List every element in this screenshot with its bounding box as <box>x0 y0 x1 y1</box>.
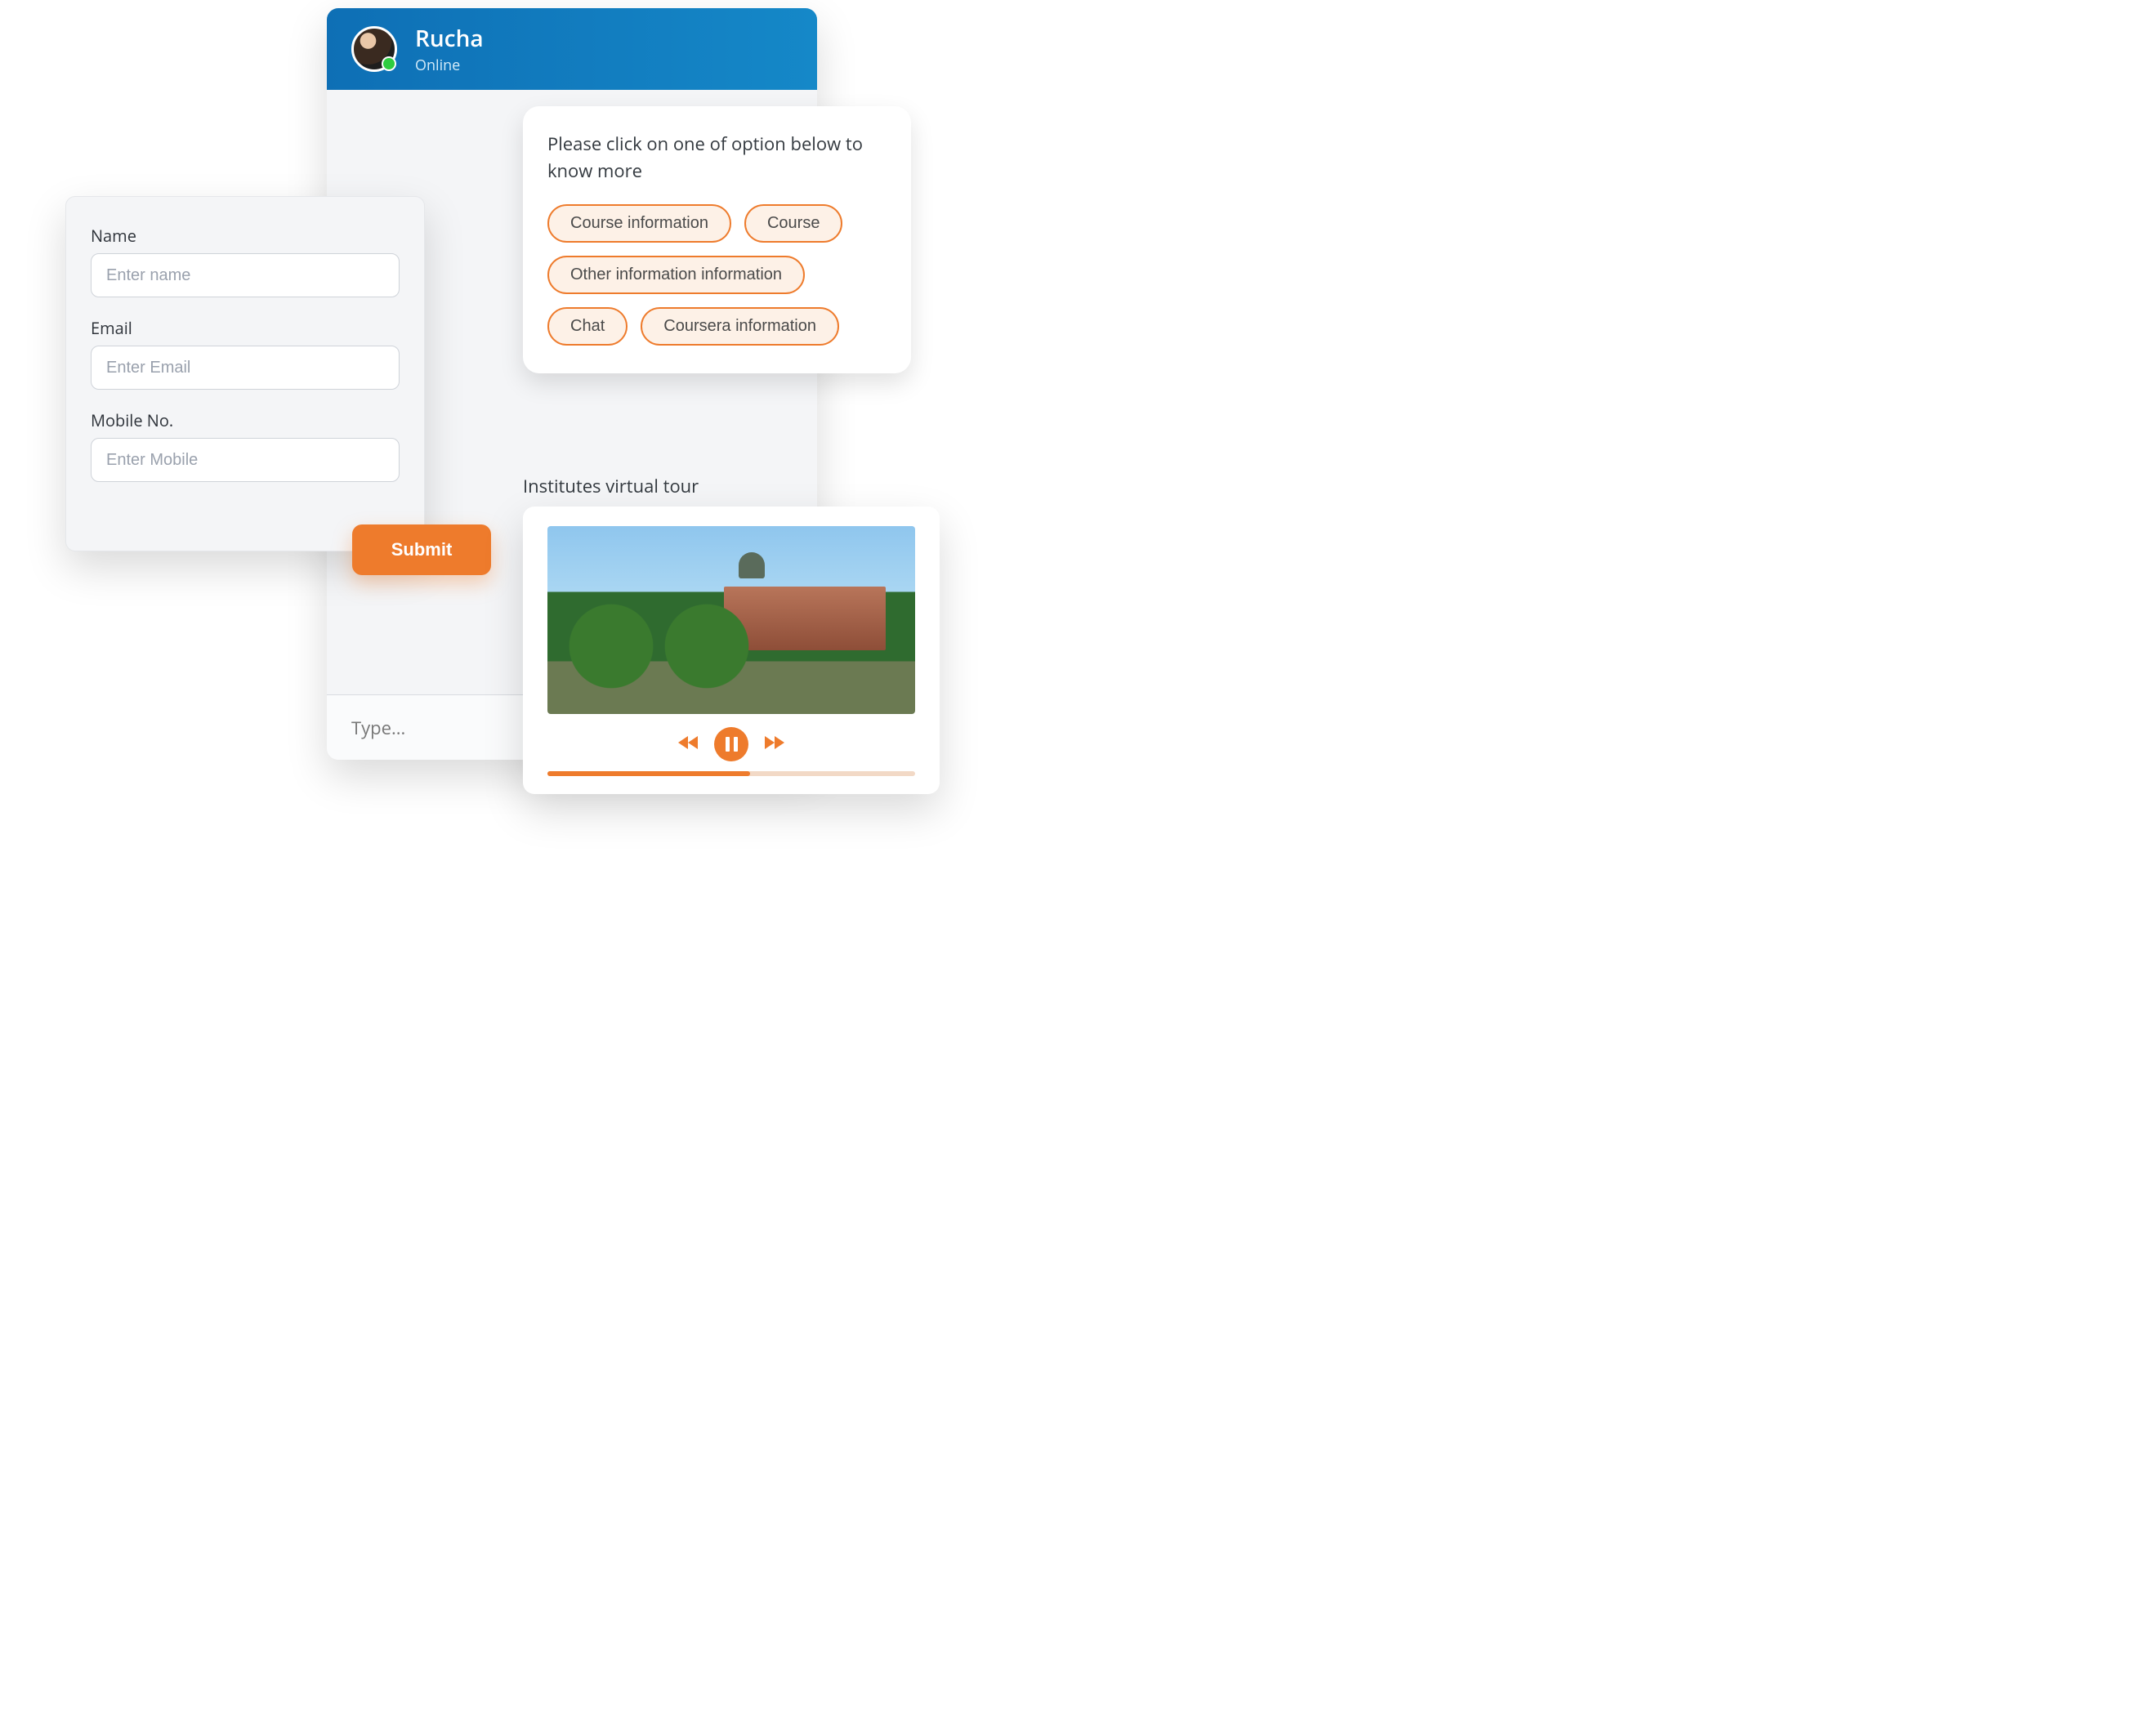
options-prompt: Please click on one of option below to k… <box>547 131 887 185</box>
pause-icon <box>726 737 738 752</box>
forward-icon[interactable] <box>763 734 784 755</box>
video-card <box>523 507 940 794</box>
chat-agent-name: Rucha <box>415 23 484 54</box>
chip-chat[interactable]: Chat <box>547 307 628 346</box>
video-player-controls <box>547 727 915 761</box>
avatar <box>351 26 397 72</box>
lead-form: Name Email Mobile No. Submit <box>65 196 425 551</box>
chip-coursera-information[interactable]: Coursera information <box>641 307 839 346</box>
chip-course[interactable]: Course <box>744 204 842 243</box>
video-thumbnail[interactable] <box>547 526 915 714</box>
chip-other-information[interactable]: Other information information <box>547 256 805 294</box>
name-field[interactable] <box>91 253 400 297</box>
chat-agent-status: Online <box>415 56 484 75</box>
email-label: Email <box>91 317 400 339</box>
options-card: Please click on one of option below to k… <box>523 106 911 373</box>
pause-button[interactable] <box>714 727 748 761</box>
chat-header-text: Rucha Online <box>415 23 484 75</box>
chat-header: Rucha Online <box>327 8 817 90</box>
mobile-field[interactable] <box>91 438 400 482</box>
video-progress-track[interactable] <box>547 771 915 776</box>
rewind-icon[interactable] <box>678 734 699 755</box>
name-label: Name <box>91 225 400 247</box>
email-field[interactable] <box>91 346 400 390</box>
video-progress-fill <box>547 771 750 776</box>
chat-input-placeholder: Type... <box>351 716 405 740</box>
tour-label: Institutes virtual tour <box>523 474 699 498</box>
chip-course-information[interactable]: Course information <box>547 204 731 243</box>
options-chips: Course information Course Other informat… <box>547 204 887 346</box>
mobile-label: Mobile No. <box>91 409 400 431</box>
submit-button[interactable]: Submit <box>352 524 491 575</box>
